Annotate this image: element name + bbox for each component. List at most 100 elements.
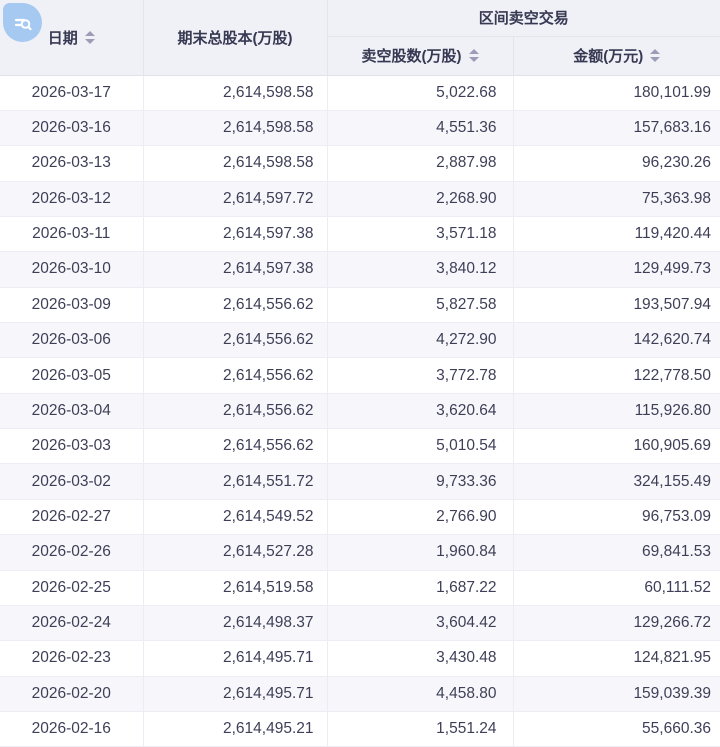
short-shares-cell: 4,272.90	[327, 322, 514, 359]
date-cell: 2026-02-23	[0, 640, 144, 677]
amount-cell: 129,266.72	[513, 605, 720, 642]
amount-cell: 115,926.80	[513, 393, 720, 430]
table-row: 2026-03-10 2,614,597.38 3,840.12 129,499…	[0, 251, 720, 288]
data-table: 日期 期末总股本(万股) 区间卖空交易 卖空股数(万股) 金额(万元) 2026…	[0, 0, 720, 747]
amount-cell: 157,683.16	[513, 110, 720, 147]
total-shares-cell: 2,614,598.58	[143, 110, 328, 147]
amount-cell: 129,499.73	[513, 251, 720, 288]
short-shares-cell: 9,733.36	[327, 463, 514, 500]
short-shares-cell: 3,840.12	[327, 251, 514, 288]
header-total-shares-label: 期末总股本(万股)	[177, 29, 293, 47]
table-row: 2026-02-20 2,614,495.71 4,458.80 159,039…	[0, 676, 720, 712]
header-amount[interactable]: 金额(万元)	[513, 36, 720, 75]
table-row: 2026-03-04 2,614,556.62 3,620.64 115,926…	[0, 393, 720, 430]
short-shares-cell: 1,551.24	[327, 711, 514, 747]
short-shares-cell: 5,827.58	[327, 287, 514, 324]
date-cell: 2026-03-11	[0, 216, 144, 253]
date-cell: 2026-03-10	[0, 251, 144, 288]
table-row: 2026-02-16 2,614,495.21 1,551.24 55,660.…	[0, 711, 720, 747]
short-shares-cell: 3,620.64	[327, 393, 514, 430]
short-selling-table-view: 日期 期末总股本(万股) 区间卖空交易 卖空股数(万股) 金额(万元) 2026…	[0, 0, 720, 747]
table-row: 2026-02-23 2,614,495.71 3,430.48 124,821…	[0, 640, 720, 677]
table-header: 日期 期末总股本(万股) 区间卖空交易 卖空股数(万股) 金额(万元)	[0, 0, 720, 75]
sort-icon-amount[interactable]	[650, 49, 661, 62]
date-cell: 2026-02-25	[0, 570, 144, 606]
date-cell: 2026-03-09	[0, 287, 144, 324]
total-shares-cell: 2,614,597.38	[143, 251, 328, 288]
total-shares-cell: 2,614,495.71	[143, 676, 328, 712]
amount-cell: 55,660.36	[513, 711, 720, 747]
short-shares-cell: 5,010.54	[327, 428, 514, 465]
date-cell: 2026-03-12	[0, 181, 144, 217]
total-shares-cell: 2,614,551.72	[143, 463, 328, 500]
short-shares-cell: 1,687.22	[327, 570, 514, 606]
total-shares-cell: 2,614,597.72	[143, 181, 328, 217]
amount-cell: 159,039.39	[513, 676, 720, 712]
date-cell: 2026-03-16	[0, 110, 144, 147]
short-shares-cell: 3,571.18	[327, 216, 514, 253]
total-shares-cell: 2,614,598.58	[143, 75, 328, 111]
search-list-icon[interactable]	[3, 3, 42, 42]
amount-cell: 96,230.26	[513, 145, 720, 182]
search-list-glyph	[14, 18, 32, 30]
amount-cell: 75,363.98	[513, 181, 720, 217]
total-shares-cell: 2,614,495.71	[143, 640, 328, 677]
sort-desc-icon	[84, 38, 95, 44]
table-row: 2026-03-13 2,614,598.58 2,887.98 96,230.…	[0, 145, 720, 182]
table-row: 2026-03-09 2,614,556.62 5,827.58 193,507…	[0, 287, 720, 324]
short-shares-cell: 3,604.42	[327, 605, 514, 642]
date-cell: 2026-03-06	[0, 322, 144, 359]
table-row: 2026-03-02 2,614,551.72 9,733.36 324,155…	[0, 463, 720, 500]
sort-icon-date[interactable]	[84, 30, 95, 44]
date-cell: 2026-02-20	[0, 676, 144, 712]
total-shares-cell: 2,614,549.52	[143, 499, 328, 536]
total-shares-cell: 2,614,556.62	[143, 322, 328, 359]
total-shares-cell: 2,614,556.62	[143, 357, 328, 394]
amount-cell: 124,821.95	[513, 640, 720, 677]
date-cell: 2026-02-24	[0, 605, 144, 642]
sort-desc-icon	[468, 57, 479, 62]
date-cell: 2026-03-13	[0, 145, 144, 182]
sort-asc-icon	[650, 49, 661, 54]
table-row: 2026-03-03 2,614,556.62 5,010.54 160,905…	[0, 428, 720, 465]
header-short-shares[interactable]: 卖空股数(万股)	[327, 36, 514, 75]
amount-cell: 142,620.74	[513, 322, 720, 359]
date-cell: 2026-02-26	[0, 534, 144, 571]
total-shares-cell: 2,614,495.21	[143, 711, 328, 747]
total-shares-cell: 2,614,519.58	[143, 570, 328, 606]
short-shares-cell: 3,772.78	[327, 357, 514, 394]
table-row: 2026-03-06 2,614,556.62 4,272.90 142,620…	[0, 322, 720, 359]
total-shares-cell: 2,614,598.58	[143, 145, 328, 182]
amount-cell: 122,778.50	[513, 357, 720, 394]
short-shares-cell: 4,551.36	[327, 110, 514, 147]
amount-cell: 69,841.53	[513, 534, 720, 571]
short-shares-cell: 4,458.80	[327, 676, 514, 712]
date-cell: 2026-03-05	[0, 357, 144, 394]
short-shares-cell: 5,022.68	[327, 75, 514, 111]
header-short-shares-label: 卖空股数(万股)	[361, 48, 462, 65]
table-row: 2026-03-16 2,614,598.58 4,551.36 157,683…	[0, 110, 720, 147]
amount-cell: 60,111.52	[513, 570, 720, 606]
header-amount-label: 金额(万元)	[573, 48, 644, 65]
table-row: 2026-02-25 2,614,519.58 1,687.22 60,111.…	[0, 570, 720, 606]
amount-cell: 119,420.44	[513, 216, 720, 253]
date-cell: 2026-03-17	[0, 75, 144, 111]
short-shares-cell: 2,268.90	[327, 181, 514, 217]
sort-asc-icon	[468, 49, 479, 54]
total-shares-cell: 2,614,527.28	[143, 534, 328, 571]
total-shares-cell: 2,614,556.62	[143, 393, 328, 430]
amount-cell: 324,155.49	[513, 463, 720, 500]
header-group-label: 区间卖空交易	[478, 10, 569, 28]
table-body: 2026-03-17 2,614,598.58 5,022.68 180,101…	[0, 75, 720, 747]
sort-icon-short-shares[interactable]	[468, 49, 479, 62]
date-cell: 2026-02-27	[0, 499, 144, 536]
table-row: 2026-03-11 2,614,597.38 3,571.18 119,420…	[0, 216, 720, 253]
amount-cell: 180,101.99	[513, 75, 720, 111]
header-total-shares: 期末总股本(万股)	[143, 0, 328, 75]
short-shares-cell: 2,766.90	[327, 499, 514, 536]
table-row: 2026-02-24 2,614,498.37 3,604.42 129,266…	[0, 605, 720, 642]
short-shares-cell: 2,887.98	[327, 145, 514, 182]
table-row: 2026-03-05 2,614,556.62 3,772.78 122,778…	[0, 357, 720, 394]
table-row: 2026-02-27 2,614,549.52 2,766.90 96,753.…	[0, 499, 720, 536]
date-cell: 2026-03-03	[0, 428, 144, 465]
